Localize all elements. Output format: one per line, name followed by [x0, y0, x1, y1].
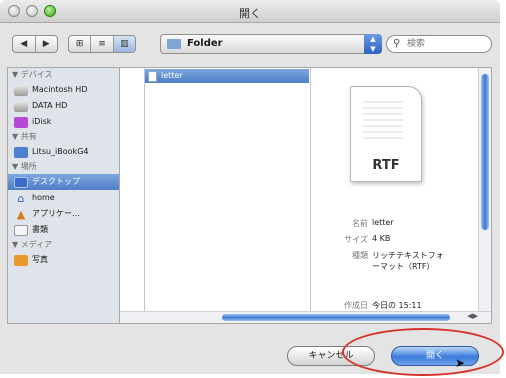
sidebar-item-label: home [32, 193, 55, 202]
sidebar-section-places[interactable]: ▼ 場所 [8, 160, 119, 174]
sidebar-item-label: DATA HD [32, 101, 68, 110]
sidebar-item-label: 書類 [32, 225, 48, 234]
sidebar-item-label: デスクトップ [32, 177, 80, 186]
location-popup[interactable]: Folder ▲ ▼ [160, 34, 382, 54]
sidebar-section-devices[interactable]: ▼ デバイス [8, 68, 119, 82]
idisk-icon [14, 116, 28, 128]
sidebar-item-desktop[interactable]: デスクトップ [8, 174, 119, 190]
back-forward-control: ◀ ▶ [12, 35, 58, 53]
open-dialog: 開く ◀ ▶ ⊞ ≡ ▥ Folder ▲▼ ⚲ ▼ デバイス Macintos… [0, 0, 500, 374]
icon-view-icon[interactable]: ⊞ [69, 36, 92, 52]
vertical-scroll-thumb[interactable] [481, 74, 489, 230]
sidebar-item-label: Litsu_iBookG4 [32, 147, 89, 156]
sidebar: ▼ デバイス Macintosh HD DATA HD iDisk ▼ 共有 L… [7, 67, 120, 324]
mouse-pointer-icon: ➤ [455, 356, 466, 370]
popup-arrows-icon: ▲ ▼ [364, 34, 382, 54]
folder-icon [167, 39, 181, 49]
sidebar-item-macintosh-hd[interactable]: Macintosh HD [8, 82, 119, 98]
network-computer-icon [14, 146, 28, 158]
sidebar-item-documents[interactable]: 書類 [8, 222, 119, 238]
file-name: letter [161, 71, 183, 80]
document-preview-icon: RTF [350, 86, 422, 182]
meta-size-label: サイズ [344, 235, 368, 244]
sidebar-item-data-hd[interactable]: DATA HD [8, 98, 119, 114]
sidebar-item-photos[interactable]: 写真 [8, 252, 119, 268]
file-extension-label: RTF [372, 158, 400, 173]
sidebar-item-applications[interactable]: ▲ アプリケー… [8, 206, 119, 222]
file-row-letter[interactable]: letter [145, 69, 309, 83]
sidebar-item-label: アプリケー… [32, 209, 80, 218]
sidebar-item-label: iDisk [32, 117, 52, 126]
horizontal-scrollbar[interactable]: ◀▶ [120, 311, 491, 323]
search-icon: ⚲ [393, 38, 401, 49]
column-view-icon[interactable]: ▥ [113, 36, 135, 52]
meta-name-value: letter [372, 218, 394, 227]
vertical-scrollbar[interactable] [478, 68, 491, 314]
desktop-icon [14, 176, 28, 188]
location-label: Folder [187, 38, 223, 49]
highlight-annotation [342, 328, 504, 376]
rtf-file-icon [148, 71, 157, 82]
document-lines-decoration [363, 101, 403, 143]
browser-column-files[interactable]: letter [144, 68, 311, 314]
meta-size-value: 4 KB [372, 234, 391, 243]
search-input[interactable] [407, 37, 487, 51]
list-view-icon[interactable]: ≡ [91, 36, 114, 52]
home-icon: ⌂ [17, 191, 25, 205]
title-bar: 開く [0, 0, 500, 23]
sidebar-section-media[interactable]: ▼ メディア [8, 238, 119, 252]
applications-icon: ▲ [16, 207, 26, 221]
meta-kind-label: 種類 [352, 251, 368, 260]
sidebar-item-label: 写真 [32, 255, 48, 264]
sidebar-item-litsu-ibookg4[interactable]: Litsu_iBookG4 [8, 144, 119, 160]
meta-name-label: 名前 [352, 219, 368, 228]
sidebar-item-home[interactable]: ⌂ home [8, 190, 119, 206]
drive-icon [14, 84, 28, 96]
preview-pane: RTF 名前 letter サイズ 4 KB 種類 リッチテキストフォーマット（… [310, 68, 478, 314]
meta-kind-value: リッチテキストフォーマット（RTF） [372, 251, 444, 271]
drive-icon [14, 100, 28, 112]
meta-created-value: 今日の 15:11 [372, 301, 422, 310]
forward-icon[interactable]: ▶ [36, 36, 58, 52]
back-icon[interactable]: ◀ [13, 36, 36, 52]
sidebar-item-idisk[interactable]: iDisk [8, 114, 119, 130]
file-browser: letter RTF 名前 letter サイズ 4 KB 種類 リッチテキスト… [120, 67, 492, 324]
photos-icon [14, 254, 28, 266]
sidebar-section-shared[interactable]: ▼ 共有 [8, 130, 119, 144]
scroll-arrows-icon[interactable]: ◀▶ [467, 312, 478, 320]
horizontal-scroll-thumb[interactable] [222, 314, 450, 321]
window-title: 開く [239, 7, 261, 20]
toolbar: ◀ ▶ ⊞ ≡ ▥ Folder ▲ ▼ ⚲ [0, 23, 500, 63]
browser-column-previous[interactable] [120, 68, 145, 314]
sidebar-item-label: Macintosh HD [32, 85, 88, 94]
view-mode-control: ⊞ ≡ ▥ [68, 35, 136, 53]
meta-created-label: 作成日 [344, 301, 368, 310]
documents-icon [14, 224, 28, 236]
search-field[interactable]: ⚲ [386, 35, 492, 53]
